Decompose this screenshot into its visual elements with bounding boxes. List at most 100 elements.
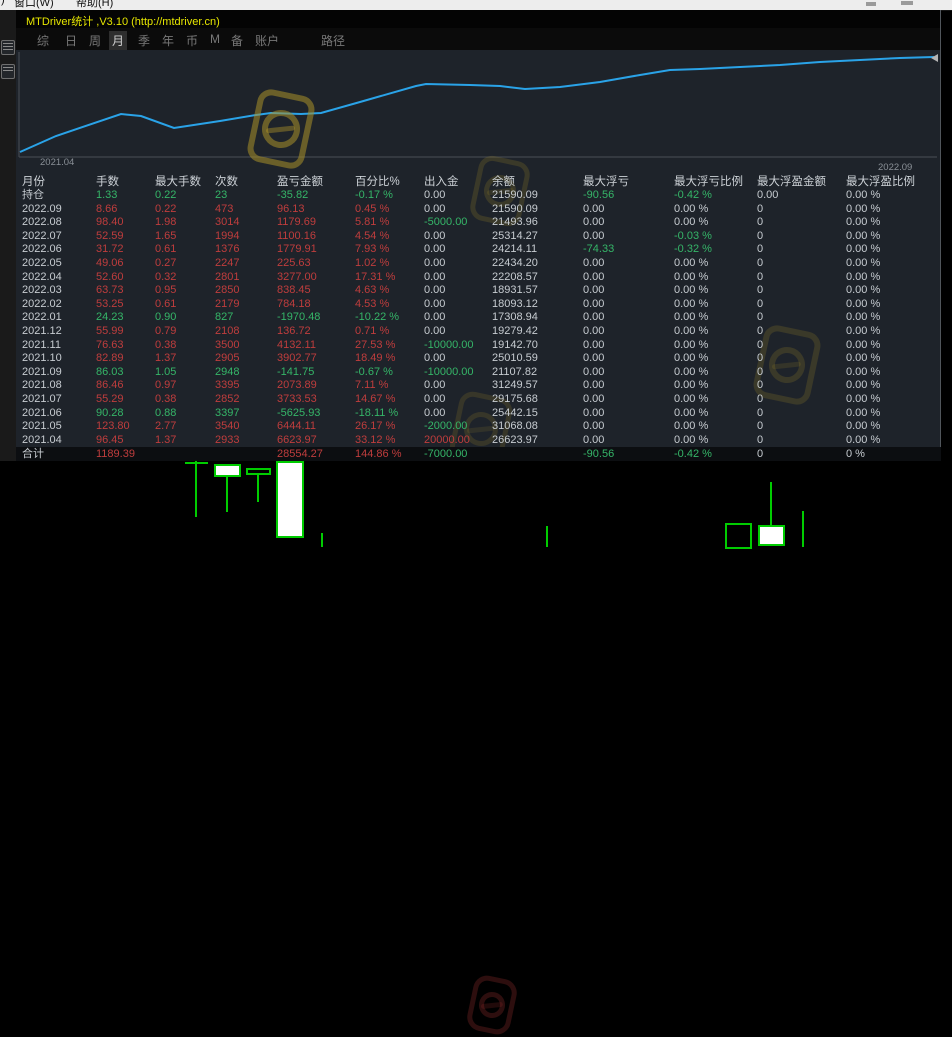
cell: 2022.04: [22, 270, 62, 283]
cell: 0: [757, 420, 764, 433]
table-row[interactable]: 2022.04 52.60 0.32 2801 3277.00 17.31 % 0.00 22…: [16, 271, 941, 285]
cell: 0.00 %: [846, 270, 881, 283]
menu-item-window[interactable]: 窗口(W): [14, 0, 54, 10]
cell: 2073.89: [277, 379, 317, 392]
column-header: 月份: [22, 176, 45, 188]
table-row[interactable]: 2021.09 86.03 1.05 2948 -141.75 -0.67 % -10000…: [16, 366, 941, 380]
cell: 136.72: [277, 324, 311, 337]
column-header: 余额: [492, 176, 515, 188]
table-row[interactable]: 2021.12 55.99 0.79 2108 136.72 0.71 % 0.00 1927…: [16, 325, 941, 339]
cell: -5000.00: [424, 216, 468, 229]
cell: 0.38: [155, 338, 177, 351]
tab-m[interactable]: M: [207, 31, 223, 47]
cell: 21493.96: [492, 216, 538, 229]
cell: 49.06: [96, 256, 124, 269]
cell: 0.00 %: [674, 352, 709, 365]
cell: 0.32: [155, 270, 177, 283]
cell: [155, 447, 215, 461]
cell: 0.00 %: [846, 229, 881, 242]
cell: 0.88: [155, 406, 177, 419]
window-title: MTDriver统计 ,V3.10 (http://mtdriver.cn): [26, 16, 220, 28]
cell: 0.22: [155, 202, 177, 215]
table-row[interactable]: 2021.06 90.28 0.88 3397 -5625.93 -18.11 % 0.00…: [16, 407, 941, 421]
document-icon[interactable]: [1, 40, 15, 55]
cell: 0: [757, 365, 764, 378]
cell: 2933: [215, 433, 240, 446]
tab-bei[interactable]: 备: [228, 31, 246, 50]
cell: -0.42 %: [674, 189, 712, 201]
cell: 0.00 %: [846, 189, 881, 201]
cell: 18931.57: [492, 284, 538, 297]
table-row[interactable]: 2021.10 82.89 1.37 2905 3902.77 18.49 % 0.00 25…: [16, 352, 941, 366]
menu-item-help[interactable]: 帮助(H): [76, 0, 113, 10]
cell: 21590.09: [492, 202, 538, 215]
cell: 26623.97: [492, 433, 538, 446]
table-row[interactable]: 2022.01 24.23 0.90 827 -1970.48 -10.22 % 0.00 1…: [16, 311, 941, 325]
window-titlebar[interactable]: MTDriver统计 ,V3.10 (http://mtdriver.cn): [16, 10, 940, 28]
table-row[interactable]: 2021.07 55.29 0.38 2852 3733.53 14.67 % 0.00 29…: [16, 393, 941, 407]
cell: 0.00 %: [846, 311, 881, 324]
tab-zong[interactable]: 综: [34, 31, 52, 50]
cell: 7.11 %: [355, 379, 389, 392]
menu-item-fragment: ): [1, 0, 5, 6]
cell: 0.71 %: [355, 324, 390, 337]
table-row[interactable]: 2022.09 8.66 0.22 473 96.13 0.45 % 0.00 21590.0…: [16, 203, 941, 217]
tab-bi[interactable]: 币: [183, 31, 201, 50]
table-row[interactable]: 2022.08 98.40 1.98 3014 1179.69 5.81 % -5000.0…: [16, 216, 941, 230]
cell: 52.60: [96, 270, 124, 283]
cell: -90.56: [583, 189, 615, 201]
column-header: 最大浮盈比例: [846, 176, 915, 188]
cell: 22434.20: [492, 256, 538, 269]
tab-zhanghu[interactable]: 账户: [252, 31, 282, 50]
cell: -2000.00: [424, 420, 468, 433]
table-row[interactable]: 2021.11 76.63 0.38 3500 4132.11 27.53 % -10000…: [16, 339, 941, 353]
tab-yue[interactable]: 月: [109, 31, 128, 50]
cell: 0.00: [583, 420, 605, 433]
cell: 0.00: [424, 311, 446, 324]
cell: 82.89: [96, 352, 124, 365]
cell: 2.77: [155, 420, 177, 433]
cell: 0.00 %: [846, 284, 881, 297]
table-row[interactable]: 2021.08 86.46 0.97 3395 2073.89 7.11 % 0.00 312…: [16, 379, 941, 393]
cell: -10000.00: [424, 338, 474, 351]
table-row[interactable]: 2022.05 49.06 0.27 2247 225.63 1.02 % 0.00 2243…: [16, 257, 941, 271]
cell: -18.11 %: [355, 406, 399, 419]
table-row[interactable]: 持仓 1.33 0.22 23 -35.82 -0.17 % 0.00 21590.09 -90…: [16, 189, 941, 203]
cell: 0.00: [424, 243, 446, 256]
tab-zhou[interactable]: 周: [86, 31, 104, 50]
table-row[interactable]: 2022.02 53.25 0.61 2179 784.18 4.53 % 0.00 1809…: [16, 298, 941, 312]
chart-icon[interactable]: [1, 64, 15, 79]
candle-body: [214, 464, 241, 477]
cell: -0.32 %: [674, 243, 712, 256]
table-row[interactable]: 2021.04 96.45 1.37 2933 6623.97 33.12 % 20000.…: [16, 434, 941, 448]
table-total-row[interactable]: 合计 1189.39 28554.27 144.86 % -7000.00 -90.56 -…: [16, 447, 941, 462]
tab-nian[interactable]: 年: [159, 31, 177, 50]
table-row[interactable]: 2022.06 31.72 0.61 1376 1779.91 7.93 % 0.00 242…: [16, 243, 941, 257]
tab-lujing[interactable]: 路径: [318, 31, 348, 50]
tab-ji[interactable]: 季: [135, 31, 153, 50]
cell: 18.49 %: [355, 352, 396, 365]
cell: 0.00 %: [846, 297, 881, 310]
cell: 27.53 %: [355, 338, 396, 351]
cell: 0.00 %: [674, 379, 709, 392]
cell: 2022.07: [22, 229, 62, 242]
cell: 22208.57: [492, 270, 538, 283]
cell: 0.00 %: [846, 420, 881, 433]
table-row[interactable]: 2022.07 52.59 1.65 1994 1100.16 4.54 % 0.00 253…: [16, 230, 941, 244]
table-row[interactable]: 2022.03 63.73 0.95 2850 838.45 4.63 % 0.00 1893…: [16, 284, 941, 298]
column-header: 手数: [96, 176, 119, 188]
cell: 2021.09: [22, 365, 62, 378]
cell: 19279.42: [492, 324, 538, 337]
cell: 0.00: [583, 352, 605, 365]
column-header: 百分比%: [355, 176, 400, 188]
cell: -35.82: [277, 189, 309, 201]
candlestick-chart: [185, 461, 804, 549]
table-row[interactable]: 2021.05 123.80 2.77 3540 6444.11 26.17 % -2000…: [16, 420, 941, 434]
cell: 0.00: [583, 270, 605, 283]
cell: 0.00 %: [674, 270, 709, 283]
cell: 2022.08: [22, 216, 62, 229]
cell: 0.00 %: [674, 433, 709, 446]
tab-ri[interactable]: 日: [62, 31, 80, 50]
candle-body: [276, 461, 304, 538]
cell: 2179: [215, 297, 240, 310]
